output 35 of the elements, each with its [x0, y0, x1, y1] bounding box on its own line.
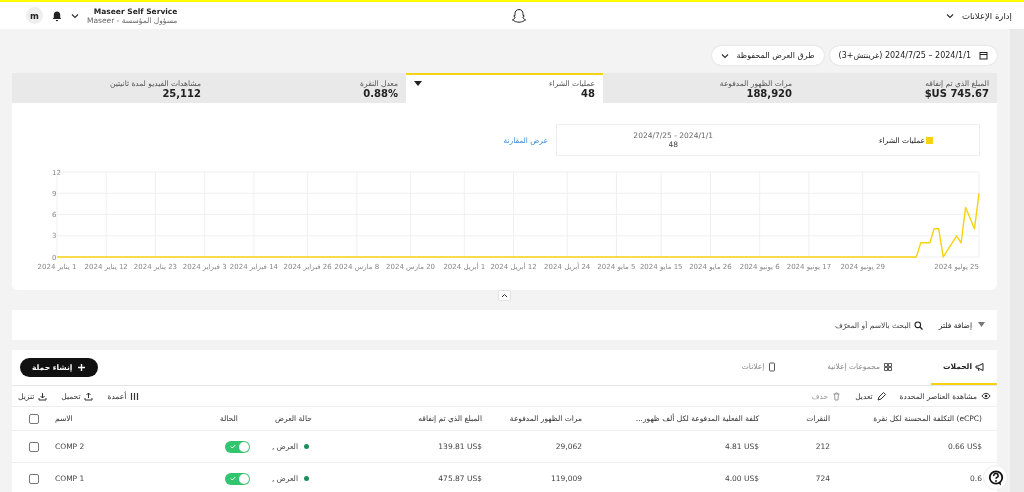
menu-title[interactable]: إدارة الإعلانات: [961, 10, 1012, 21]
columns-icon: [130, 391, 140, 401]
status-dot-icon: [303, 476, 309, 481]
chevron-down-icon[interactable]: [71, 11, 79, 20]
ghost-logo-icon[interactable]: [511, 7, 527, 24]
chevron-down-icon: [720, 51, 729, 60]
search-icon: [913, 320, 923, 330]
date-range-picker[interactable]: 2024/1/1 – 2024/7/25 (غرينتش+3): [829, 46, 997, 65]
toggle-switch[interactable]: [225, 440, 250, 453]
phone-icon: [767, 361, 778, 372]
caret-up-icon: [501, 293, 508, 298]
collapse-button[interactable]: [498, 290, 511, 301]
trash-icon: [832, 391, 842, 401]
upload-icon: [84, 391, 94, 401]
avatar[interactable]: m: [26, 7, 43, 24]
check-icon: [230, 444, 236, 449]
toggle-switch[interactable]: [225, 472, 250, 485]
megaphone-icon: [975, 361, 985, 372]
filter-icon[interactable]: [978, 322, 985, 328]
download-icon: [38, 391, 48, 401]
saved-views-dropdown[interactable]: طرق العرض المحفوظة: [711, 46, 824, 65]
calendar-icon: [979, 51, 988, 60]
grid-icon: [882, 361, 893, 372]
row-checkbox[interactable]: [29, 473, 39, 484]
row-checkbox[interactable]: [29, 441, 39, 452]
select-all-checkbox[interactable]: [29, 413, 39, 424]
pencil-icon: [876, 391, 886, 401]
check-icon: [230, 476, 236, 481]
dropdown-triangle-icon[interactable]: [414, 80, 422, 87]
bell-icon[interactable]: [51, 9, 63, 22]
status-dot-icon: [303, 444, 309, 449]
eye-icon: [981, 392, 991, 400]
plus-icon: [77, 363, 87, 372]
help-icon: [987, 469, 1004, 486]
chevron-down-icon[interactable]: [945, 11, 954, 20]
